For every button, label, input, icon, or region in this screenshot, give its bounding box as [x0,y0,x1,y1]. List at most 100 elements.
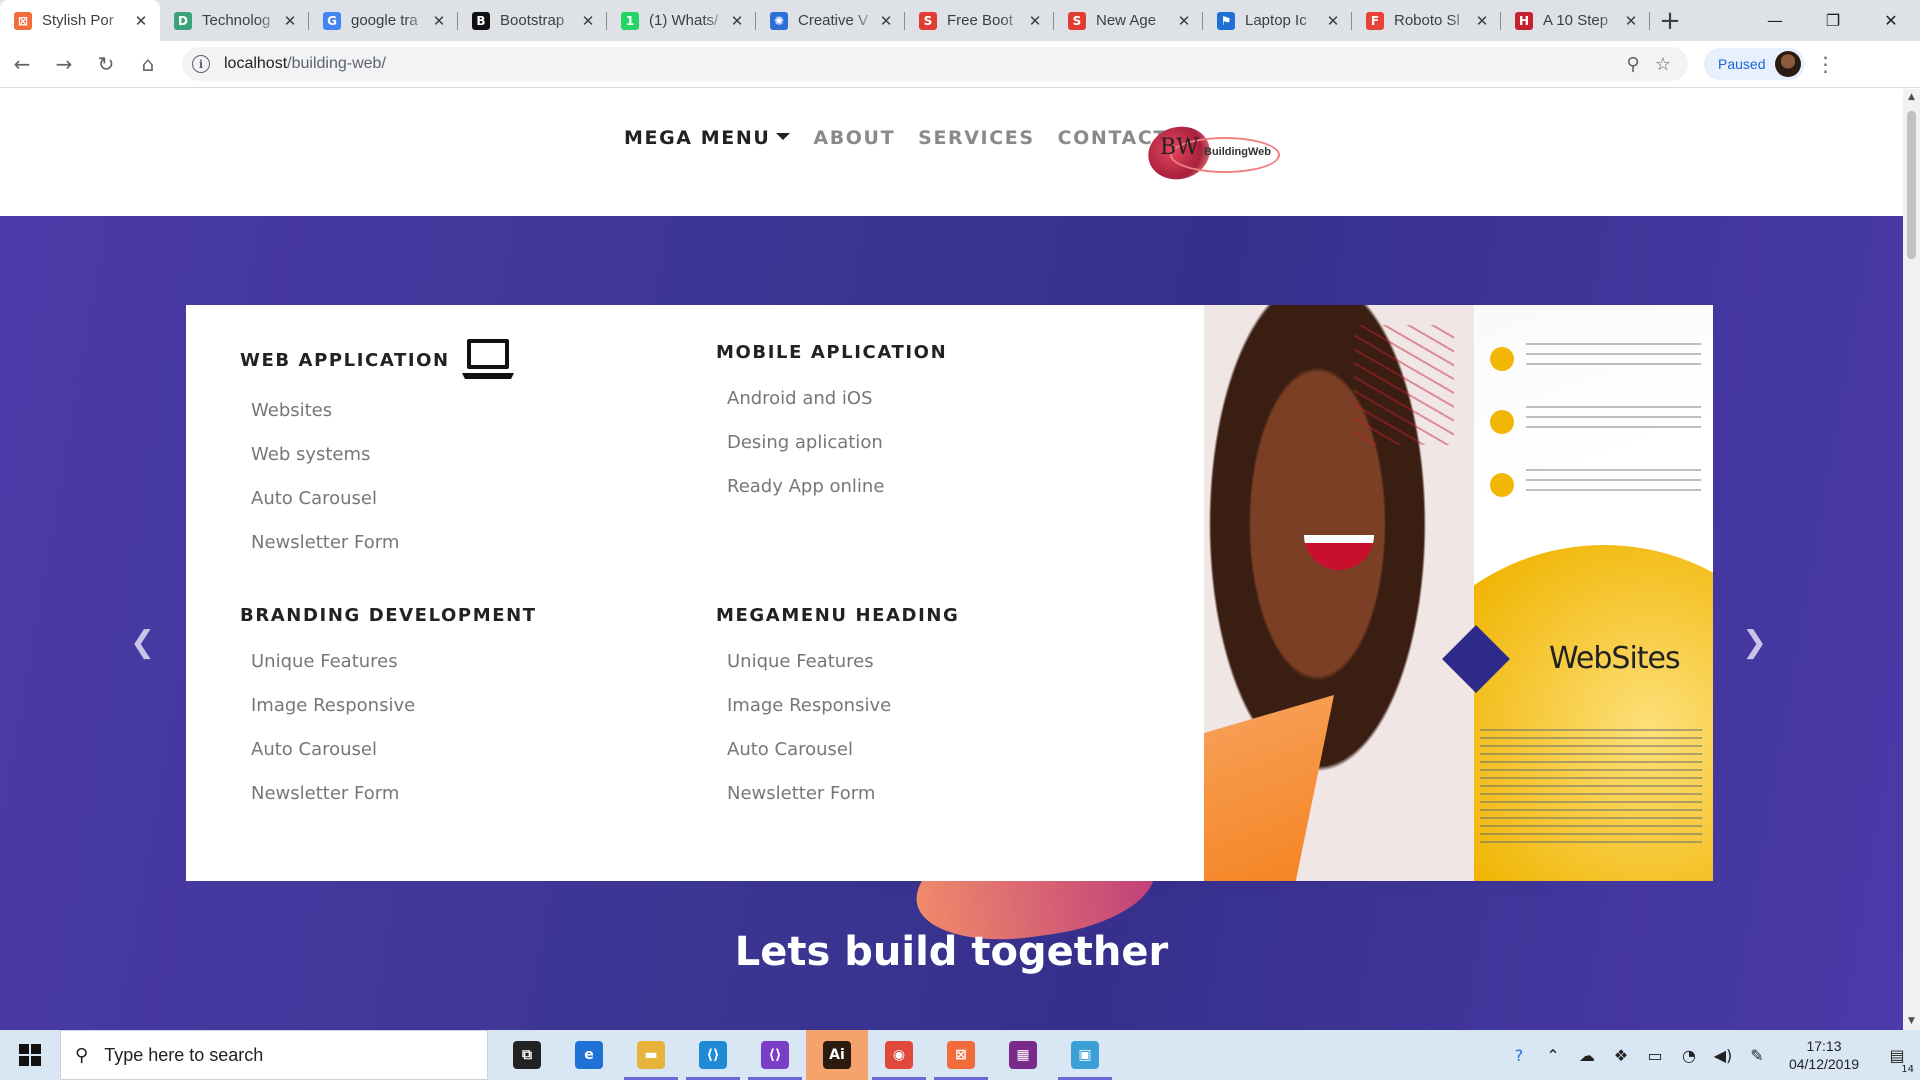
new-tab-icon[interactable]: + [1650,0,1690,41]
scroll-up-icon[interactable]: ▲ [1903,89,1920,106]
browser-tab[interactable]: Ggoogle tra ✕ [309,0,458,41]
shield-icon: H [1515,11,1533,30]
taskbar-app[interactable]: ▬ [620,1030,682,1080]
close-tab-icon[interactable]: ✕ [1473,12,1491,30]
mega-menu-link[interactable]: Image Responsive [727,684,959,728]
brand-logo[interactable]: BW BuildingWeb [1142,119,1280,187]
taskbar-app[interactable]: ⧉ [496,1030,558,1080]
taskbar-app[interactable]: Ai [806,1030,868,1080]
windows-taskbar: ⚲ Type here to search ⧉ e ▬ ⟨⟩ ⟨⟩ Ai ◉ ⊠ ▦ ▣ ? ⌃ … [0,1030,1920,1080]
close-window-icon[interactable]: ✕ [1862,0,1920,41]
taskbar-app[interactable]: e [558,1030,620,1080]
taskbar-app[interactable]: ⟨⟩ [744,1030,806,1080]
taskbar-app[interactable]: ⟨⟩ [682,1030,744,1080]
close-tab-icon[interactable]: ✕ [1175,12,1193,30]
taskbar-app[interactable]: ⊠ [930,1030,992,1080]
mega-menu-link[interactable]: Android and iOS [727,377,947,421]
mega-menu-link[interactable]: Desing aplication [727,421,947,465]
tab-title: Free Boot [947,12,1013,29]
mega-menu-link[interactable]: Image Responsive [251,684,537,728]
browser-tab[interactable]: 1 (1) Whats/ ✕ [607,0,756,41]
mega-menu-link[interactable]: Auto Carousel [251,728,537,772]
browser-tab[interactable]: ✺ Creative V ✕ [756,0,905,41]
mega-menu-link[interactable]: Auto Carousel [251,477,516,521]
taskbar-app[interactable]: ◉ [868,1030,930,1080]
clock[interactable]: 17:13 04/12/2019 [1774,1037,1874,1073]
flag-icon: ⚑ [1217,11,1235,30]
profile-button[interactable]: Paused [1704,48,1806,80]
mega-menu-link[interactable]: Newsletter Form [251,772,537,816]
address-bar[interactable]: i localhost/building-web/ ⚲ ☆ [182,47,1688,81]
page-scrollbar[interactable]: ▲ ▼ [1903,89,1920,1030]
mega-menu-link[interactable]: Newsletter Form [727,772,959,816]
browser-tab[interactable]: D Technolog ✕ [160,0,309,41]
mega-menu-link[interactable]: Web systems [251,433,516,477]
close-tab-icon[interactable]: ✕ [579,12,597,30]
home-icon[interactable]: ⌂ [128,44,168,84]
close-tab-icon[interactable]: ✕ [877,12,895,30]
mega-menu-link[interactable]: Newsletter Form [251,521,516,565]
nav-mega-menu[interactable]: MEGA MENU [624,127,791,149]
close-tab-icon[interactable]: ✕ [728,12,746,30]
taskbar-app[interactable]: ▣ [1054,1030,1116,1080]
onedrive-icon[interactable]: ☁ [1570,1046,1604,1065]
battery-icon[interactable]: ▭ [1638,1046,1672,1065]
browser-tab-strip: ⊠ Stylish Por ✕ D Technolog ✕ Ggoogle tra ✕ B Boo… [0,0,1920,41]
taskbar-search[interactable]: ⚲ Type here to search [60,1030,488,1080]
close-tab-icon[interactable]: ✕ [1026,12,1044,30]
mega-menu-link[interactable]: Unique Features [251,640,537,684]
chevron-up-icon[interactable]: ⌃ [1536,1046,1570,1065]
task-view-icon: ⧉ [513,1041,541,1069]
tab-title: Laptop Ic [1245,12,1307,29]
scroll-thumb[interactable] [1907,111,1916,259]
close-tab-icon[interactable]: ✕ [132,12,150,30]
forward-icon[interactable]: → [44,44,84,84]
browser-tab[interactable]: S Free Boot ✕ [905,0,1054,41]
help-icon[interactable]: ? [1502,1046,1536,1065]
wifi-icon[interactable]: ◔ [1672,1046,1706,1065]
browser-tab[interactable]: F Roboto Sl ✕ [1352,0,1501,41]
carousel-next-icon[interactable]: ❯ [1742,625,1767,660]
mega-menu-link[interactable]: Auto Carousel [727,728,959,772]
browser-tab[interactable]: H A 10 Step ✕ [1501,0,1650,41]
illustrator-icon: Ai [823,1041,851,1069]
browser-tab[interactable]: B Bootstrap ✕ [458,0,607,41]
tab-title: Technolog [202,12,271,29]
search-icon: ⚲ [75,1044,89,1066]
mega-col-megamenu-heading: MEGAMENU HEADING Unique Features Image Re… [716,605,959,816]
close-tab-icon[interactable]: ✕ [281,12,299,30]
mega-menu-link[interactable]: Ready App online [727,465,947,509]
nav-services[interactable]: SERVICES [918,127,1034,149]
back-icon[interactable]: ← [2,44,42,84]
close-tab-icon[interactable]: ✕ [1324,12,1342,30]
winrar-icon: ▦ [1009,1041,1037,1069]
browser-tab[interactable]: S New Age ✕ [1054,0,1203,41]
nav-about[interactable]: ABOUT [813,127,895,149]
reload-icon[interactable]: ↻ [86,44,126,84]
close-tab-icon[interactable]: ✕ [430,12,448,30]
carousel-prev-icon[interactable]: ❮ [130,625,155,660]
more-menu-icon[interactable]: ⋮ [1815,52,1835,76]
pen-icon[interactable]: ✎ [1740,1046,1774,1065]
file-explorer-icon: ▬ [637,1041,665,1069]
logo-text: BuildingWeb [1204,146,1272,158]
url-text[interactable]: localhost/building-web/ [224,55,1618,73]
volume-icon[interactable]: ◀) [1706,1046,1740,1065]
browser-tab[interactable]: ⚑ Laptop Ic ✕ [1203,0,1352,41]
mega-menu-link[interactable]: Unique Features [727,640,959,684]
zoom-icon[interactable]: ⚲ [1618,54,1648,75]
start-button[interactable] [0,1030,60,1080]
notification-icon[interactable]: ▤ 14 [1874,1046,1920,1075]
promo-text-lines [1526,469,1701,499]
mega-menu-link[interactable]: Websites [251,389,516,433]
minimize-icon[interactable]: — [1746,0,1804,41]
bookmark-star-icon[interactable]: ☆ [1648,54,1678,75]
close-tab-icon[interactable]: ✕ [1622,12,1640,30]
browser-tab[interactable]: ⊠ Stylish Por ✕ [0,0,160,41]
restore-icon[interactable]: ❐ [1804,0,1862,41]
scroll-down-icon[interactable]: ▼ [1903,1013,1920,1030]
dropbox-icon[interactable]: ❖ [1604,1046,1638,1065]
taskbar-app[interactable]: ▦ [992,1030,1054,1080]
hero-title: Lets build together [734,929,1169,975]
site-info-icon[interactable]: i [192,55,210,73]
